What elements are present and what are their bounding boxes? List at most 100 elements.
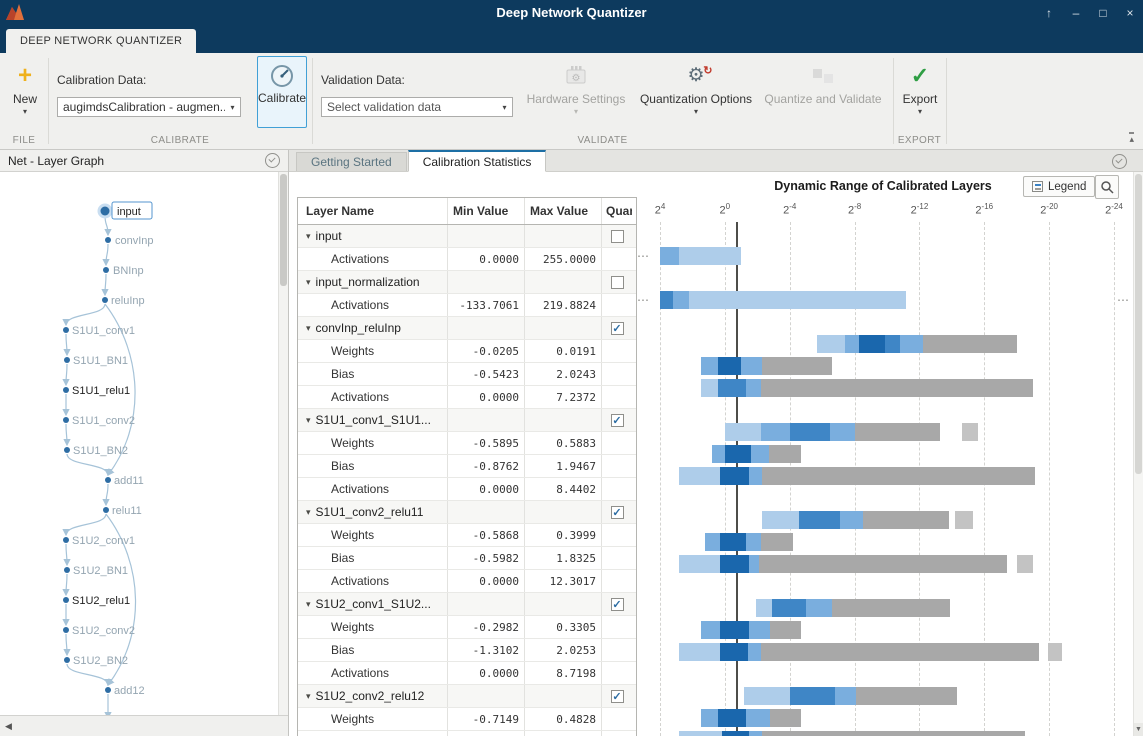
main-vertical-scrollbar[interactable]: ▼ bbox=[1133, 172, 1143, 736]
combo-arrow-icon[interactable]: ▾ bbox=[497, 103, 512, 112]
table-row[interactable]: ▾ input_normalization bbox=[298, 271, 636, 294]
layer-node-label[interactable]: reluInp bbox=[111, 295, 145, 307]
table-row[interactable]: Activations 0.0000 255.0000 bbox=[298, 248, 636, 271]
table-row[interactable]: Activations 0.0000 8.7198 bbox=[298, 662, 636, 685]
tab-calibration-statistics[interactable]: Calibration Statistics bbox=[407, 150, 547, 172]
maximize-icon[interactable]: □ bbox=[1096, 6, 1110, 20]
layer-node-dot[interactable] bbox=[63, 537, 69, 543]
table-row[interactable]: ▾ S1U2_conv2_relu12 ✓ bbox=[298, 685, 636, 708]
layer-node-label[interactable]: S1U1_conv1 bbox=[72, 325, 135, 337]
layer-node-label[interactable]: S1U2_BN1 bbox=[73, 565, 128, 577]
layer-node-dot[interactable] bbox=[64, 567, 70, 573]
new-button[interactable]: + New ▾ bbox=[6, 57, 44, 129]
hardware-settings-dropdown-icon[interactable]: ▾ bbox=[574, 108, 578, 116]
quantize-and-validate-button[interactable]: Quantize and Validate bbox=[760, 57, 886, 129]
layer-node-dot[interactable] bbox=[63, 387, 69, 393]
column-header-min-value[interactable]: Min Value bbox=[448, 198, 525, 224]
layer-node-dot[interactable] bbox=[103, 507, 109, 513]
calibration-data-combo[interactable]: augimdsCalibration - augmen... ▾ bbox=[57, 97, 241, 117]
layer-node-dot[interactable] bbox=[63, 327, 69, 333]
layer-node-label[interactable]: add11 bbox=[114, 475, 144, 487]
table-row[interactable]: Weights -0.0205 0.0191 bbox=[298, 340, 636, 363]
layer-node-label[interactable]: S1U2_conv1 bbox=[72, 535, 135, 547]
row-expand-caret-icon[interactable]: ▾ bbox=[306, 691, 311, 702]
table-row[interactable]: Bias -0.8762 1.9467 bbox=[298, 455, 636, 478]
layer-node-label[interactable]: S1U2_relu1 bbox=[72, 595, 130, 607]
graph-vertical-scrollbar[interactable] bbox=[278, 172, 288, 715]
table-row[interactable]: ▾ S1U2_conv1_S1U2... ✓ bbox=[298, 593, 636, 616]
layer-node-dot[interactable] bbox=[63, 417, 69, 423]
tab-deep-network-quantizer[interactable]: DEEP NETWORK QUANTIZER bbox=[6, 29, 197, 53]
quantize-checkbox[interactable]: ✓ bbox=[610, 689, 624, 703]
layer-node-dot[interactable] bbox=[64, 357, 70, 363]
layer-node-label[interactable]: S1U1_conv2 bbox=[72, 415, 135, 427]
layer-node-label[interactable]: S1U2_conv2 bbox=[72, 625, 135, 637]
quantization-options-button[interactable]: ⚙ ↻ Quantization Options ▾ bbox=[636, 57, 756, 129]
layer-node-label[interactable]: BNInp bbox=[113, 265, 144, 277]
table-row[interactable]: Bias -0.5982 1.8325 bbox=[298, 547, 636, 570]
calibrate-button[interactable]: Calibrate bbox=[257, 56, 307, 128]
row-expand-caret-icon[interactable]: ▾ bbox=[306, 277, 311, 288]
layer-node-label[interactable]: relu11 bbox=[112, 505, 142, 517]
layer-node-label[interactable]: add12 bbox=[114, 685, 145, 697]
layer-node-dot[interactable] bbox=[103, 267, 109, 273]
layer-node-dot[interactable] bbox=[105, 687, 111, 693]
quantize-checkbox[interactable]: ✓ bbox=[610, 597, 624, 611]
table-row[interactable]: Activations 0.0000 12.3017 bbox=[298, 570, 636, 593]
collapse-panel-icon[interactable]: ◀ bbox=[5, 721, 12, 732]
quantize-checkbox[interactable]: ✓ bbox=[610, 413, 624, 427]
export-button[interactable]: ✓ Export ▾ bbox=[896, 57, 944, 129]
new-dropdown-icon[interactable]: ▾ bbox=[23, 108, 27, 116]
tab-getting-started[interactable]: Getting Started bbox=[296, 152, 407, 171]
table-row[interactable]: Weights -0.5868 0.3999 bbox=[298, 524, 636, 547]
layer-node-dot[interactable] bbox=[63, 597, 69, 603]
row-expand-caret-icon[interactable]: ▾ bbox=[306, 507, 311, 518]
table-row[interactable]: Weights -0.5895 0.5883 bbox=[298, 432, 636, 455]
hardware-settings-button[interactable]: ⚙ Hardware Settings ▾ bbox=[520, 57, 632, 129]
table-row[interactable]: ▾ convInp_reluInp ✓ bbox=[298, 317, 636, 340]
column-header-layer-name[interactable]: Layer Name bbox=[298, 198, 448, 224]
validation-data-combo[interactable]: Select validation data ▾ bbox=[321, 97, 513, 117]
main-panel-options-icon[interactable] bbox=[1112, 154, 1127, 169]
row-expand-caret-icon[interactable]: ▾ bbox=[306, 323, 311, 334]
table-row[interactable]: Weights -0.7149 0.4828 bbox=[298, 708, 636, 731]
table-row[interactable]: Activations -133.7061 219.8824 bbox=[298, 294, 636, 317]
layer-node-dot[interactable] bbox=[100, 206, 110, 216]
quantize-checkbox[interactable]: ✓ bbox=[610, 505, 624, 519]
layer-node-dot[interactable] bbox=[102, 297, 108, 303]
column-header-quantize[interactable]: Quan bbox=[602, 198, 632, 224]
row-expand-caret-icon[interactable]: ▾ bbox=[306, 599, 311, 610]
row-expand-caret-icon[interactable]: ▾ bbox=[306, 415, 311, 426]
table-row[interactable]: Bias -1.3102 2.0253 bbox=[298, 639, 636, 662]
layer-node-dot[interactable] bbox=[63, 627, 69, 633]
table-row[interactable]: Activations 0.0000 8.4402 bbox=[298, 478, 636, 501]
legend-button[interactable]: Legend bbox=[1023, 176, 1096, 197]
table-row[interactable]: ▾ S1U1_conv2_relu11 ✓ bbox=[298, 501, 636, 524]
table-row[interactable]: Weights -0.2982 0.3305 bbox=[298, 616, 636, 639]
layer-node-label[interactable]: S1U2_BN2 bbox=[73, 655, 128, 667]
layer-node-label[interactable]: convInp bbox=[115, 235, 154, 247]
table-row[interactable]: Bias-0.84681.6346 bbox=[298, 731, 636, 736]
export-dropdown-icon[interactable]: ▾ bbox=[918, 108, 922, 116]
layer-node-label[interactable]: S1U1_relu1 bbox=[72, 385, 130, 397]
table-row[interactable]: ▾ input bbox=[298, 225, 636, 248]
layer-node-dot[interactable] bbox=[64, 657, 70, 663]
quantize-checkbox[interactable] bbox=[610, 229, 624, 243]
scrollbar-thumb[interactable] bbox=[280, 174, 287, 286]
close-icon[interactable]: × bbox=[1123, 6, 1137, 20]
table-row[interactable]: Bias -0.5423 2.0243 bbox=[298, 363, 636, 386]
layer-node-label[interactable]: S1U1_BN2 bbox=[73, 445, 128, 457]
table-row[interactable]: Activations 0.0000 7.2372 bbox=[298, 386, 636, 409]
quantize-checkbox[interactable]: ✓ bbox=[610, 321, 624, 335]
panel-options-icon[interactable] bbox=[265, 153, 280, 168]
zoom-button[interactable] bbox=[1095, 175, 1119, 199]
collapse-toolstrip-icon[interactable]: ▴ bbox=[1129, 132, 1134, 144]
scroll-down-icon[interactable]: ▼ bbox=[1134, 723, 1143, 736]
layer-graph-canvas[interactable]: input convInp BNInp reluInp S1U1_conv1 S1U1_B… bbox=[0, 172, 278, 715]
column-header-max-value[interactable]: Max Value bbox=[525, 198, 602, 224]
table-row[interactable]: ▾ S1U1_conv1_S1U1... ✓ bbox=[298, 409, 636, 432]
layer-node-label[interactable]: S1U1_BN1 bbox=[73, 355, 128, 367]
combo-arrow-icon[interactable]: ▾ bbox=[225, 103, 240, 112]
layer-node-dot[interactable] bbox=[64, 447, 70, 453]
scrollbar-thumb[interactable] bbox=[1135, 174, 1142, 474]
